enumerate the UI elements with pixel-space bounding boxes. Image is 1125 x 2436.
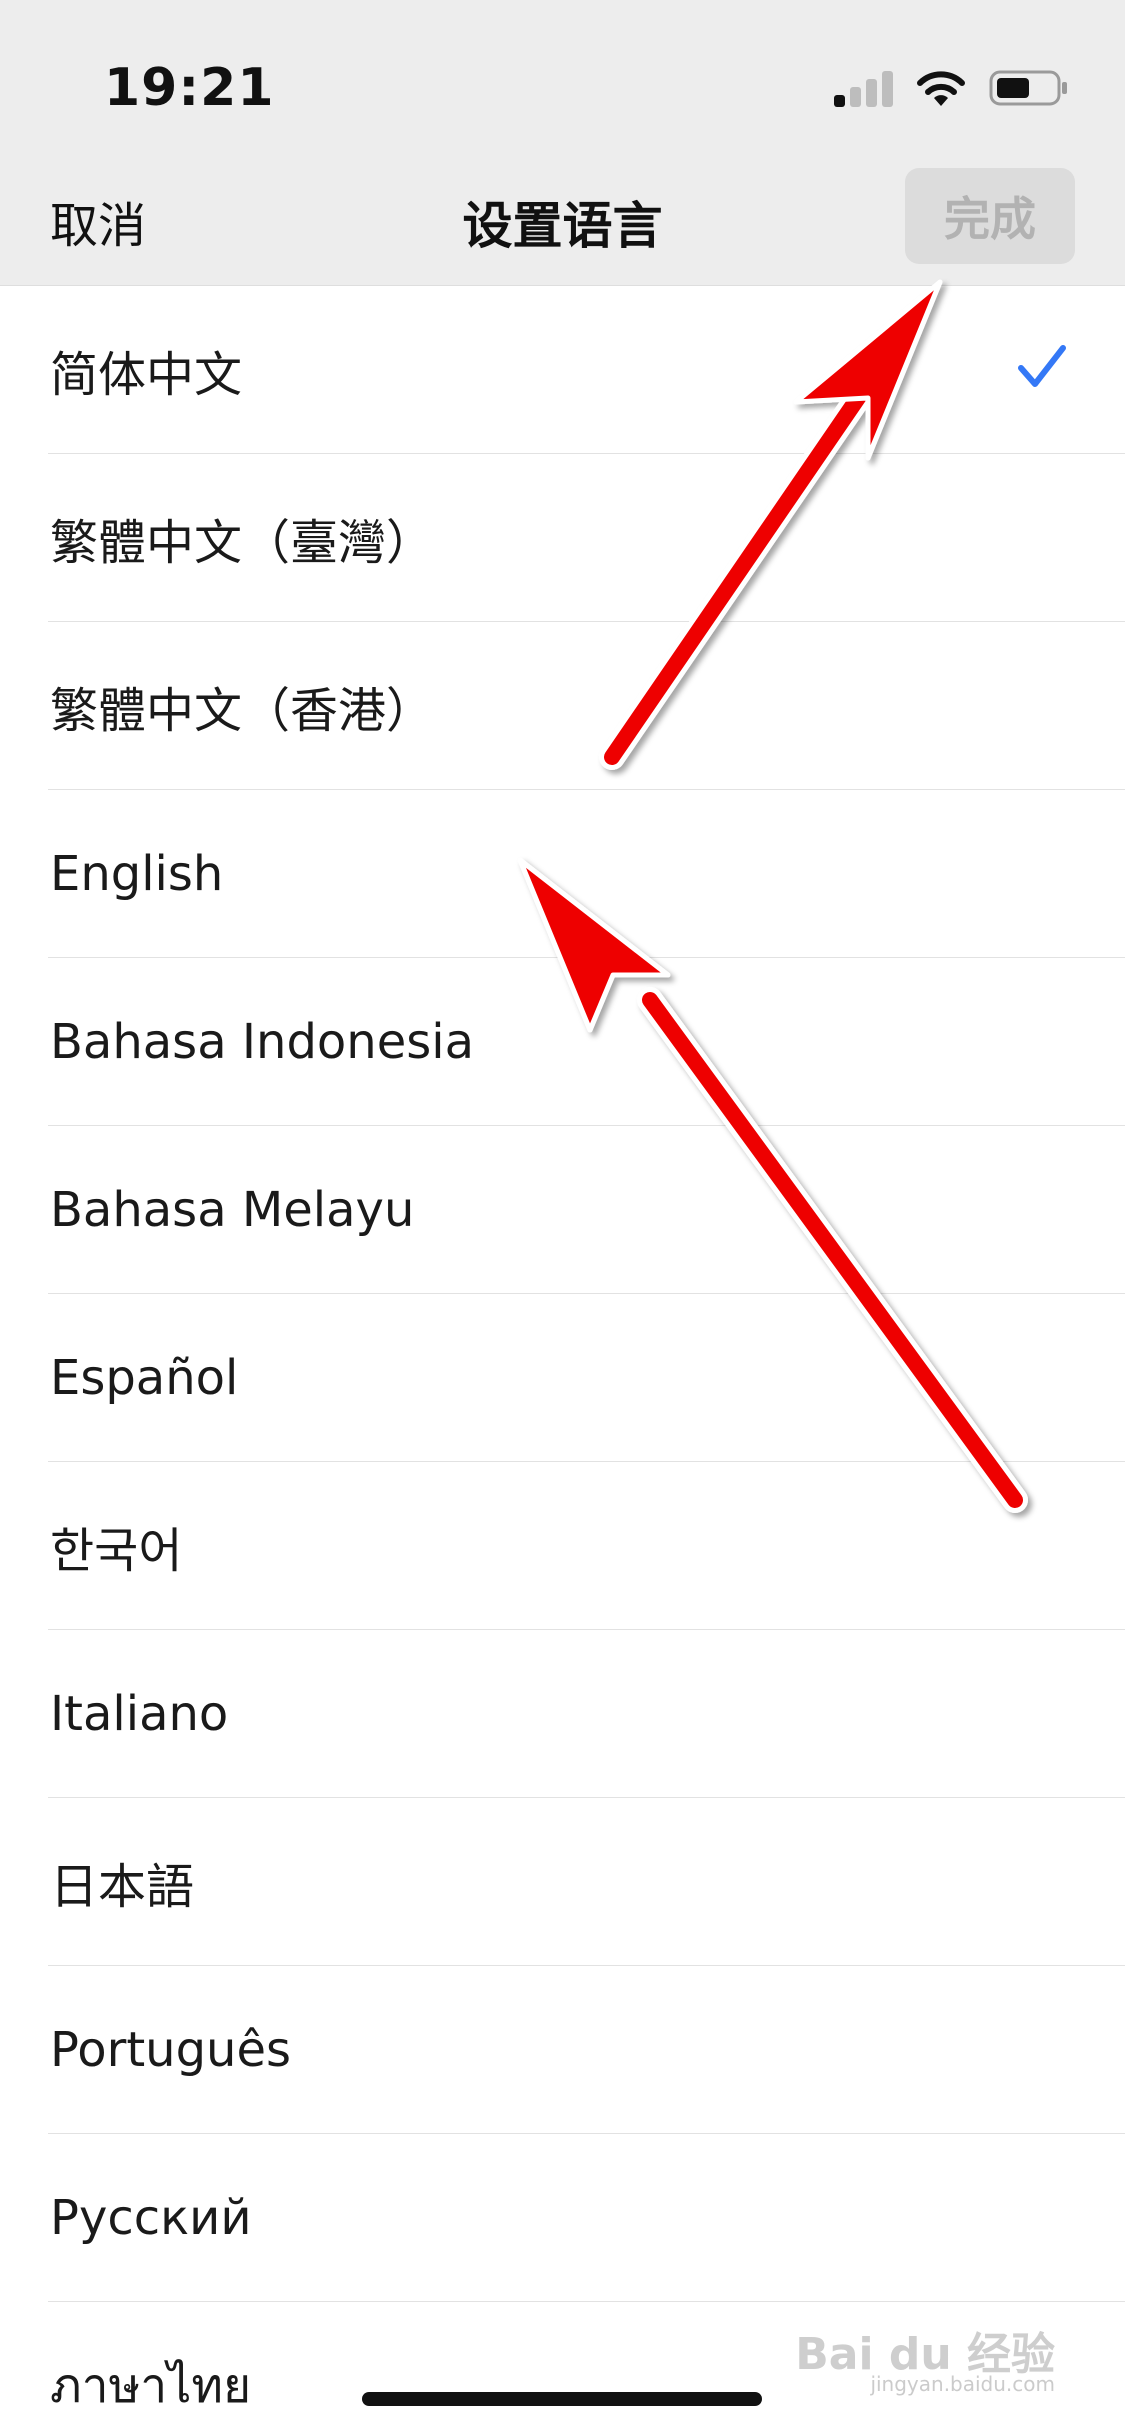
- language-option[interactable]: 繁體中文（香港）: [0, 622, 1125, 790]
- battery-icon: [989, 68, 1069, 108]
- language-option[interactable]: 简体中文: [0, 286, 1125, 454]
- language-option[interactable]: Italiano: [0, 1630, 1125, 1798]
- status-icons: [834, 66, 1069, 110]
- language-option[interactable]: 한국어: [0, 1462, 1125, 1630]
- language-label: Italiano: [50, 1686, 229, 1742]
- status-time: 19:21: [104, 58, 275, 118]
- language-label: 繁體中文（香港）: [50, 683, 435, 739]
- wifi-icon: [915, 68, 967, 108]
- language-label: 简体中文: [50, 347, 243, 403]
- language-label: Español: [50, 1350, 239, 1406]
- language-label: 한국어: [50, 1523, 183, 1579]
- language-label: 繁體中文（臺灣）: [50, 515, 435, 571]
- cancel-button[interactable]: 取消: [50, 186, 146, 256]
- language-label: ภาษาไทย: [50, 2358, 252, 2414]
- home-indicator: [362, 2392, 762, 2406]
- language-option[interactable]: 繁體中文（臺灣）: [0, 454, 1125, 622]
- language-option[interactable]: Bahasa Indonesia: [0, 958, 1125, 1126]
- checkmark-icon: [1018, 345, 1066, 387]
- language-label: Bahasa Melayu: [50, 1182, 415, 1238]
- language-option[interactable]: Русский: [0, 2134, 1125, 2302]
- language-label: Português: [50, 2022, 292, 2078]
- language-settings-screen: 19:21 取消 设置语言 完成 简体中文 繁體中文（臺灣） 繁體中文（香港） …: [0, 0, 1125, 2436]
- language-option[interactable]: Português: [0, 1966, 1125, 2134]
- language-option[interactable]: Bahasa Melayu: [0, 1126, 1125, 1294]
- language-option[interactable]: 日本語: [0, 1798, 1125, 1966]
- language-label: Bahasa Indonesia: [50, 1014, 474, 1070]
- done-button[interactable]: 完成: [905, 168, 1075, 264]
- language-list: 简体中文繁體中文（臺灣） 繁體中文（香港） English Bahasa Indone…: [0, 286, 1125, 2436]
- language-option[interactable]: Español: [0, 1294, 1125, 1462]
- watermark-url: jingyan.baidu.com: [870, 2372, 1055, 2396]
- header: 19:21 取消 设置语言 完成: [0, 0, 1125, 286]
- language-label: English: [50, 846, 224, 902]
- cellular-signal-icon: [834, 69, 893, 107]
- language-label: Русский: [50, 2190, 252, 2246]
- language-label: 日本語: [50, 1859, 195, 1915]
- language-option[interactable]: English: [0, 790, 1125, 958]
